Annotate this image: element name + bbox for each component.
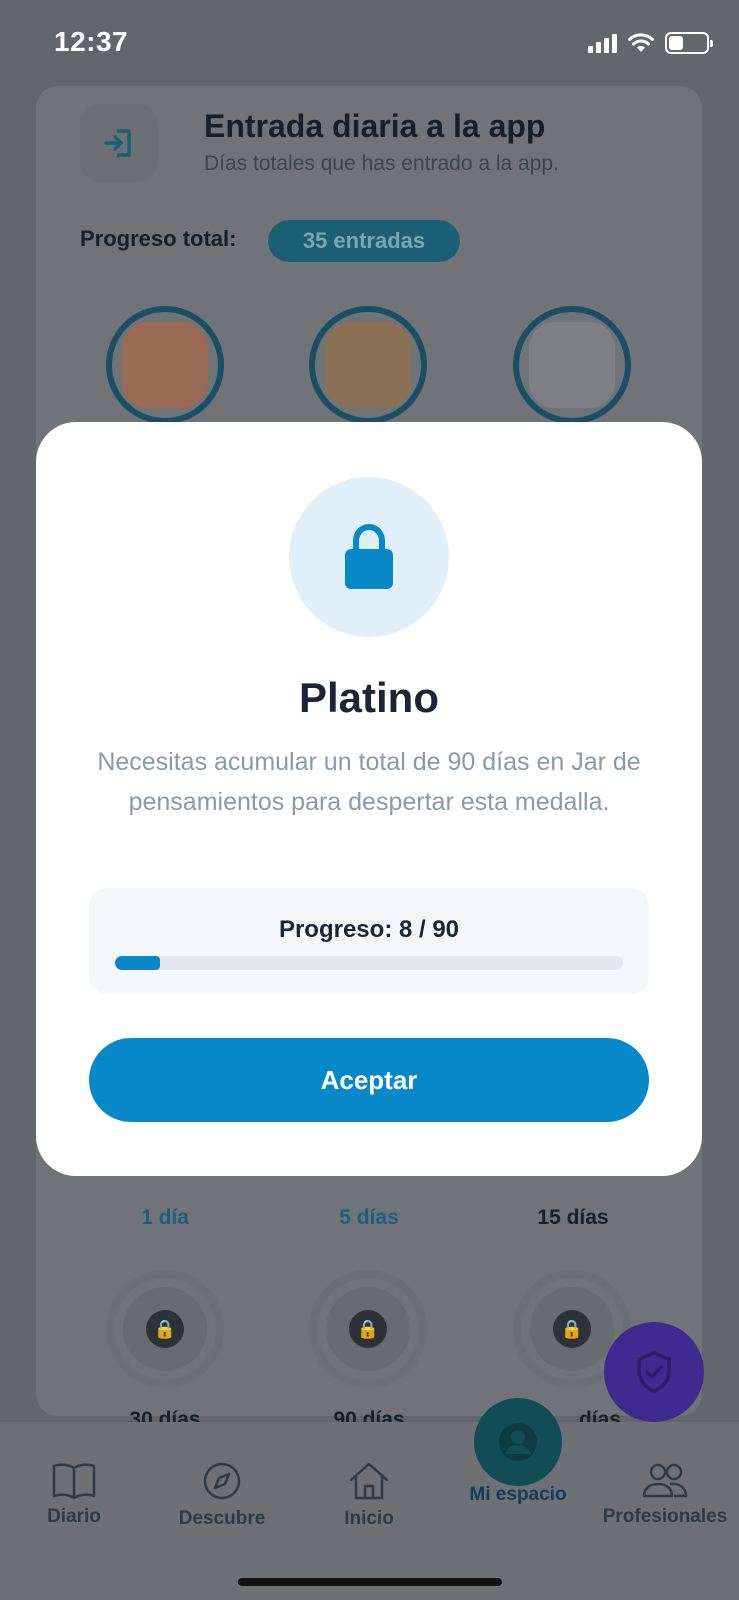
lotus-icon <box>529 322 615 408</box>
total-progress-label: Progreso total: <box>80 226 237 251</box>
nav-item-inicio[interactable]: Inicio <box>299 1460 439 1530</box>
nav-item-descubre[interactable]: Descubre <box>152 1460 292 1530</box>
compass-icon <box>203 1462 241 1500</box>
nav-label: Descubre <box>178 1508 266 1529</box>
medal-label: 1 día <box>141 1206 189 1229</box>
wifi-icon <box>628 33 654 52</box>
home-indicator <box>238 1578 502 1586</box>
nav-label: Inicio <box>344 1508 394 1529</box>
user-icon <box>499 1423 537 1461</box>
progress-bar <box>115 956 623 970</box>
lock-icon-container <box>289 477 449 637</box>
mi-espacio-button[interactable] <box>474 1398 562 1486</box>
lock-icon: 🔒 <box>146 1310 184 1348</box>
status-icons <box>588 32 713 54</box>
nav-item-mi-espacio[interactable]: Mi espacio <box>448 1484 588 1506</box>
battery-icon <box>665 32 713 54</box>
progress-bar-fill <box>115 956 161 970</box>
medal-label: 15 días <box>537 1206 609 1229</box>
lotus-icon <box>325 322 411 408</box>
lock-icon: 🔒 <box>553 1310 591 1348</box>
status-bar: 12:37 <box>0 0 739 90</box>
status-time: 12:37 <box>54 26 129 57</box>
login-icon <box>80 104 158 182</box>
nav-label: Mi espacio <box>469 1484 567 1505</box>
total-progress-badge: 35 entradas <box>268 220 460 262</box>
lock-icon: 🔒 <box>349 1310 387 1348</box>
nav-label: Profesionales <box>602 1506 728 1527</box>
medal-gold[interactable] <box>309 306 427 424</box>
nav-item-profesionales[interactable]: Profesionales <box>595 1460 735 1528</box>
progress-text: Progreso: 8 / 90 <box>278 916 460 943</box>
modal-description: Necesitas acumular un total de 90 días e… <box>97 748 641 816</box>
modal-title: Platino <box>298 674 439 721</box>
bottom-nav: Diario Descubre Inicio Mi espacio Profes… <box>0 1422 739 1600</box>
signal-icon <box>588 33 617 53</box>
people-icon <box>642 1463 688 1498</box>
medal-label: 5 días <box>339 1206 399 1229</box>
medal-locked[interactable]: 🔒 <box>309 1270 427 1388</box>
home-icon <box>349 1462 389 1500</box>
progress-box: Progreso: 8 / 90 <box>89 888 649 994</box>
lock-icon <box>345 523 393 589</box>
shield-check-icon <box>637 1351 671 1393</box>
accept-button[interactable]: Aceptar <box>89 1038 649 1122</box>
book-icon <box>52 1463 96 1500</box>
medal-info-modal: Platino Necesitas acumular un total de 9… <box>36 422 702 1176</box>
card-title: Entrada diaria a la app <box>204 108 546 144</box>
nav-label: Diario <box>47 1506 101 1527</box>
security-fab-button[interactable] <box>604 1322 704 1422</box>
medal-locked[interactable]: 🔒 <box>106 1270 224 1388</box>
medal-bronze[interactable] <box>106 306 224 424</box>
nav-item-diario[interactable]: Diario <box>4 1460 144 1528</box>
medal-silver[interactable] <box>513 306 631 424</box>
card-subtitle: Días totales que has entrado a la app. <box>204 152 559 175</box>
lotus-icon <box>122 322 208 408</box>
